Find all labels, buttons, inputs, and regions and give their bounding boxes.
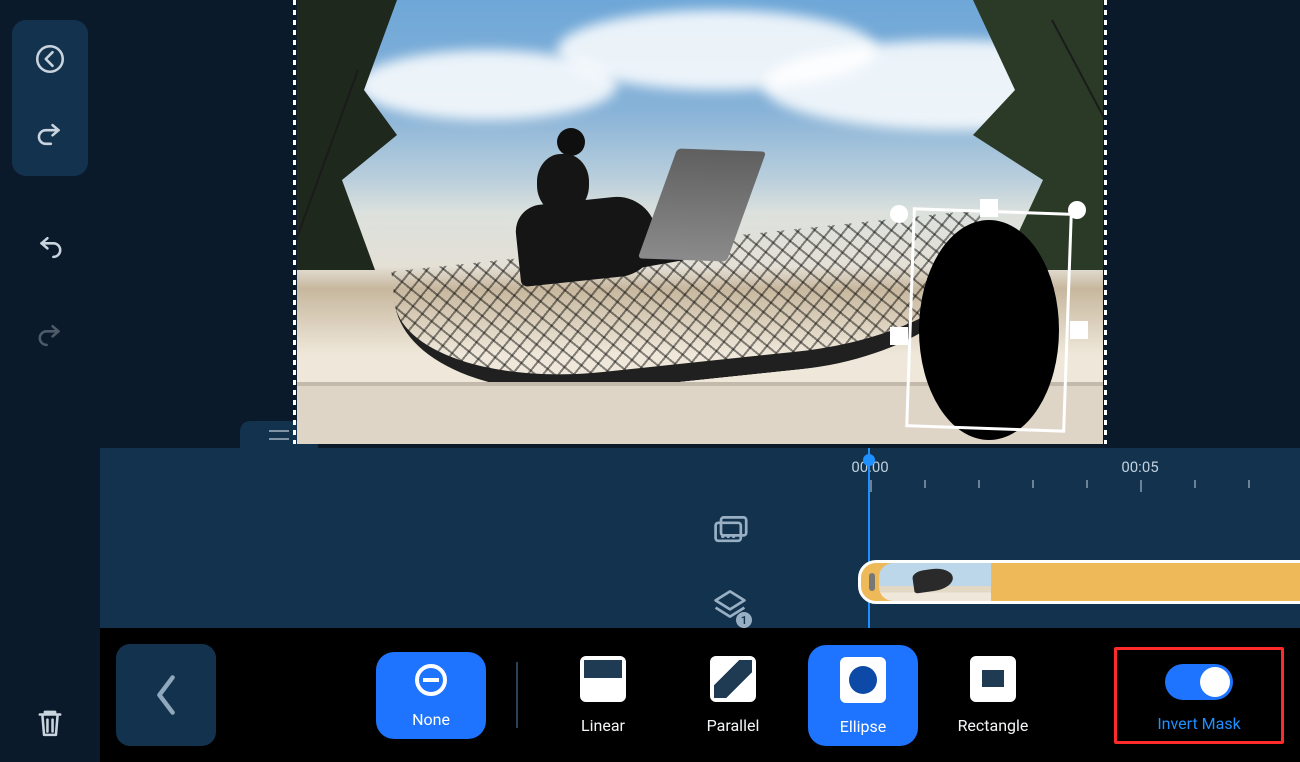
video-clip[interactable] <box>858 560 1300 604</box>
main-column: 1 00:00 00:05 <box>100 0 1300 762</box>
mask-selection[interactable] <box>889 190 1089 444</box>
redo-icon[interactable] <box>31 314 69 352</box>
mask-option-label: Parallel <box>707 716 760 735</box>
toolbar-back-button[interactable] <box>116 644 216 746</box>
mask-handle[interactable] <box>980 199 998 217</box>
mask-bounding-box[interactable] <box>905 207 1073 432</box>
trash-icon[interactable] <box>31 704 69 742</box>
invert-mask-toggle[interactable]: Invert Mask <box>1114 647 1284 744</box>
mask-option-ellipse[interactable]: Ellipse <box>808 645 918 746</box>
mask-option-label: None <box>412 710 450 729</box>
linear-icon <box>580 656 626 702</box>
mask-handle[interactable] <box>890 205 908 223</box>
toggle-switch[interactable] <box>1165 664 1233 700</box>
mask-option-label: Rectangle <box>958 716 1029 735</box>
mask-options: None Linear Parallel Ellipse Rectan <box>256 645 1284 746</box>
sidebar-group <box>12 20 88 176</box>
parallel-icon <box>710 656 756 702</box>
mask-option-none[interactable]: None <box>376 652 486 739</box>
undo-icon[interactable] <box>31 226 69 264</box>
mask-handle[interactable] <box>1068 201 1086 219</box>
track-icons: 1 <box>710 512 750 626</box>
none-icon <box>415 664 447 696</box>
revert-icon[interactable] <box>31 118 69 156</box>
left-sidebar <box>0 0 100 762</box>
mask-option-linear[interactable]: Linear <box>548 656 658 735</box>
app-root: 1 00:00 00:05 <box>0 0 1300 762</box>
timeline-tracks[interactable]: 00:00 00:05 <box>750 448 1300 628</box>
mask-option-label: Linear <box>581 716 625 735</box>
rectangle-icon <box>970 656 1016 702</box>
invert-mask-label: Invert Mask <box>1157 714 1240 733</box>
ellipse-icon <box>840 657 886 703</box>
frame-edge-left <box>293 0 296 444</box>
preview-area <box>100 0 1300 448</box>
layers-icon[interactable]: 1 <box>710 586 750 626</box>
mask-handle[interactable] <box>1070 321 1088 339</box>
video-content <box>297 0 1103 444</box>
timeline-panel: 1 00:00 00:05 <box>100 448 1300 628</box>
ruler-label: 00:05 <box>1121 458 1158 476</box>
clip-thumbnail <box>879 563 991 601</box>
frame-edge-right <box>1104 0 1107 444</box>
mask-toolbar: None Linear Parallel Ellipse Rectan <box>100 628 1300 762</box>
mask-handle[interactable] <box>890 327 908 345</box>
frames-icon[interactable] <box>710 512 750 552</box>
time-ruler[interactable]: 00:00 00:05 <box>750 458 1300 492</box>
back-circle-icon[interactable] <box>31 40 69 78</box>
mask-option-parallel[interactable]: Parallel <box>678 656 788 735</box>
mask-option-label: Ellipse <box>840 717 887 736</box>
video-frame[interactable] <box>297 0 1103 444</box>
divider <box>516 662 518 728</box>
mask-option-rectangle[interactable]: Rectangle <box>938 656 1048 735</box>
